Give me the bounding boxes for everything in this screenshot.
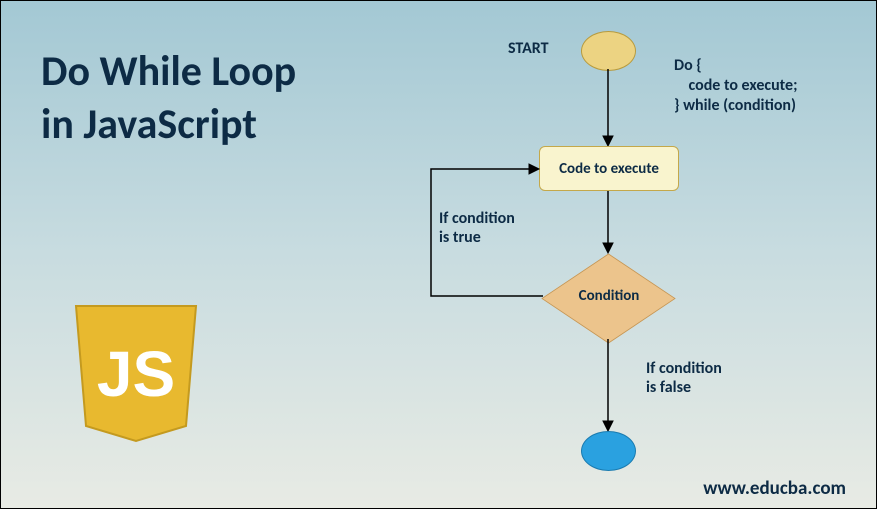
arrow-code-to-cond (601, 191, 621, 256)
start-label: START (508, 39, 549, 58)
code-box-node: Code to execute (539, 146, 679, 191)
page-title: Do While Loop in JavaScript (41, 46, 296, 151)
condition-label: Condition (542, 251, 676, 341)
arrow-start-to-code (601, 69, 621, 149)
arrow-loop-back (421, 161, 551, 301)
start-node (581, 31, 636, 71)
flowchart-diagram: START Do { code to execute; } while (con… (421, 11, 861, 481)
code-box-label: Code to execute (559, 160, 659, 178)
js-logo-icon: JS (71, 301, 201, 446)
arrow-cond-to-end (601, 339, 621, 434)
title-line1: Do While Loop (41, 46, 296, 97)
syntax-annotation: Do { code to execute; } while (condition… (674, 56, 797, 116)
condition-node: Condition (542, 251, 676, 341)
footer-url: www.educba.com (703, 477, 846, 500)
end-node (581, 431, 636, 471)
false-branch-label: If condition is false (646, 359, 722, 397)
svg-text:JS: JS (97, 338, 175, 410)
title-line2: in JavaScript (41, 99, 257, 150)
